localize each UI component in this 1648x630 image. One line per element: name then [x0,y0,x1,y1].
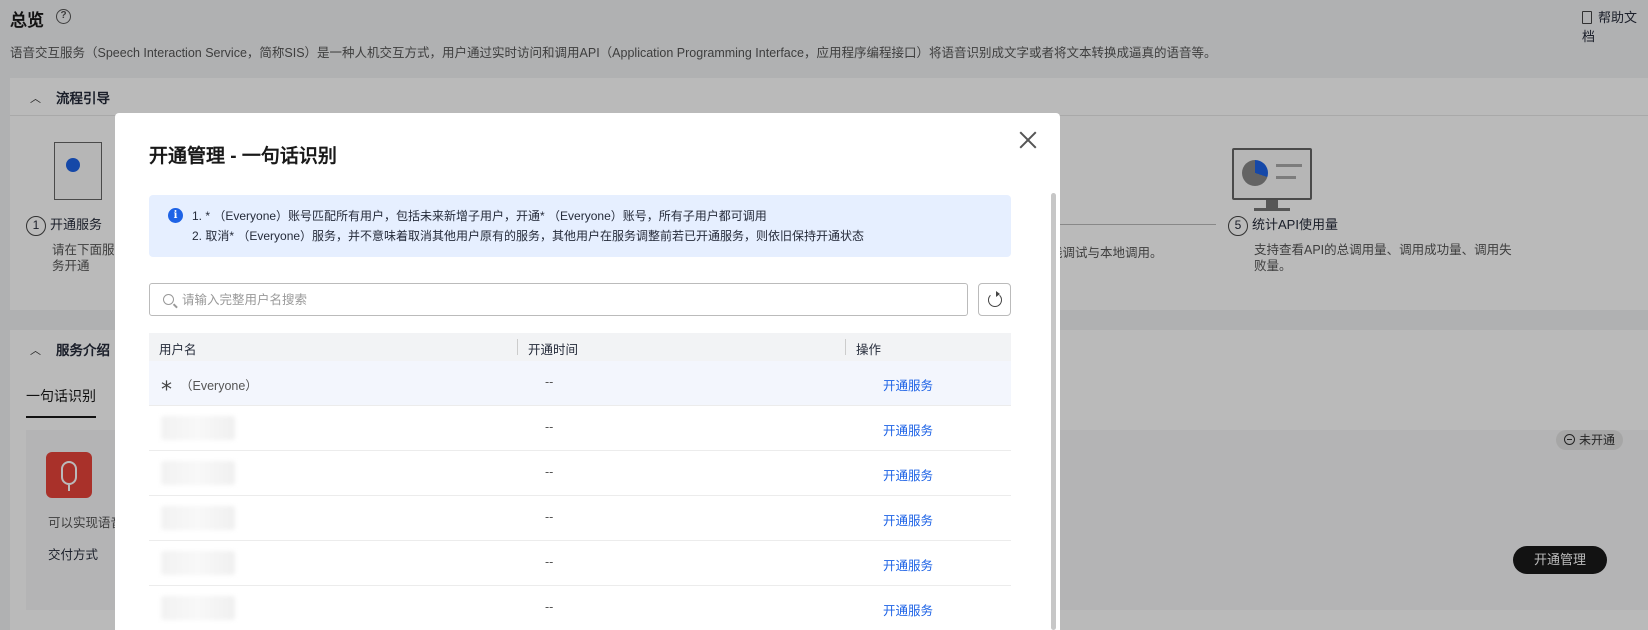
col-divider[interactable] [845,339,846,355]
search-field[interactable] [149,283,968,316]
close-icon[interactable] [1015,127,1041,153]
info-icon: i [168,208,183,223]
table-row: -- 开通服务 [149,496,1011,541]
open-service-link[interactable]: 开通服务 [883,375,933,394]
table-header: 用户名 开通时间 操作 [149,333,1011,361]
table-row: -- 开通服务 [149,406,1011,451]
info-line-1: 1. * （Everyone）账号匹配所有用户，包括未来新增子用户，开通* （E… [192,209,767,223]
open-time: -- [545,375,554,389]
open-time: -- [545,555,554,569]
search-icon [163,294,174,305]
info-notice: i 1. * （Everyone）账号匹配所有用户，包括未来新增子用户，开通* … [149,195,1011,257]
open-time: -- [545,510,554,524]
col-op: 操作 [856,343,882,357]
table-row: -- 开通服务 [149,451,1011,496]
open-time: -- [545,600,554,614]
user-name: * （Everyone） [161,378,258,403]
dialog-title: 开通管理 - 一句话识别 [149,146,337,167]
user-name-redacted [161,506,235,530]
user-name-redacted [161,596,235,620]
open-time: -- [545,465,554,479]
table-row: * （Everyone） -- 开通服务 [149,361,1011,406]
open-service-link[interactable]: 开通服务 [883,510,933,529]
col-divider[interactable] [517,339,518,355]
open-service-link[interactable]: 开通服务 [883,420,933,439]
refresh-button[interactable] [978,283,1011,316]
info-line-2: 2. 取消* （Everyone）服务，并不意味着取消其他用户原有的服务，其他用… [192,229,865,243]
col-user: 用户名 [159,343,197,357]
open-service-link[interactable]: 开通服务 [883,600,933,619]
user-name-redacted [161,551,235,575]
user-name-redacted [161,416,235,440]
open-service-link[interactable]: 开通服务 [883,555,933,574]
open-service-link[interactable]: 开通服务 [883,465,933,484]
col-time: 开通时间 [528,343,579,357]
table-row: -- 开通服务 [149,586,1011,630]
user-table: 用户名 开通时间 操作 * （Everyone） -- 开通服务 -- 开通服务 … [149,333,1011,630]
open-management-dialog: 开通管理 - 一句话识别 i 1. * （Everyone）账号匹配所有用户，包… [115,113,1060,630]
open-time: -- [545,420,554,434]
dialog-scrollbar[interactable] [1051,193,1056,630]
table-row: -- 开通服务 [149,541,1011,586]
user-name-redacted [161,461,235,485]
refresh-icon [988,291,1002,307]
search-input[interactable] [182,288,952,312]
